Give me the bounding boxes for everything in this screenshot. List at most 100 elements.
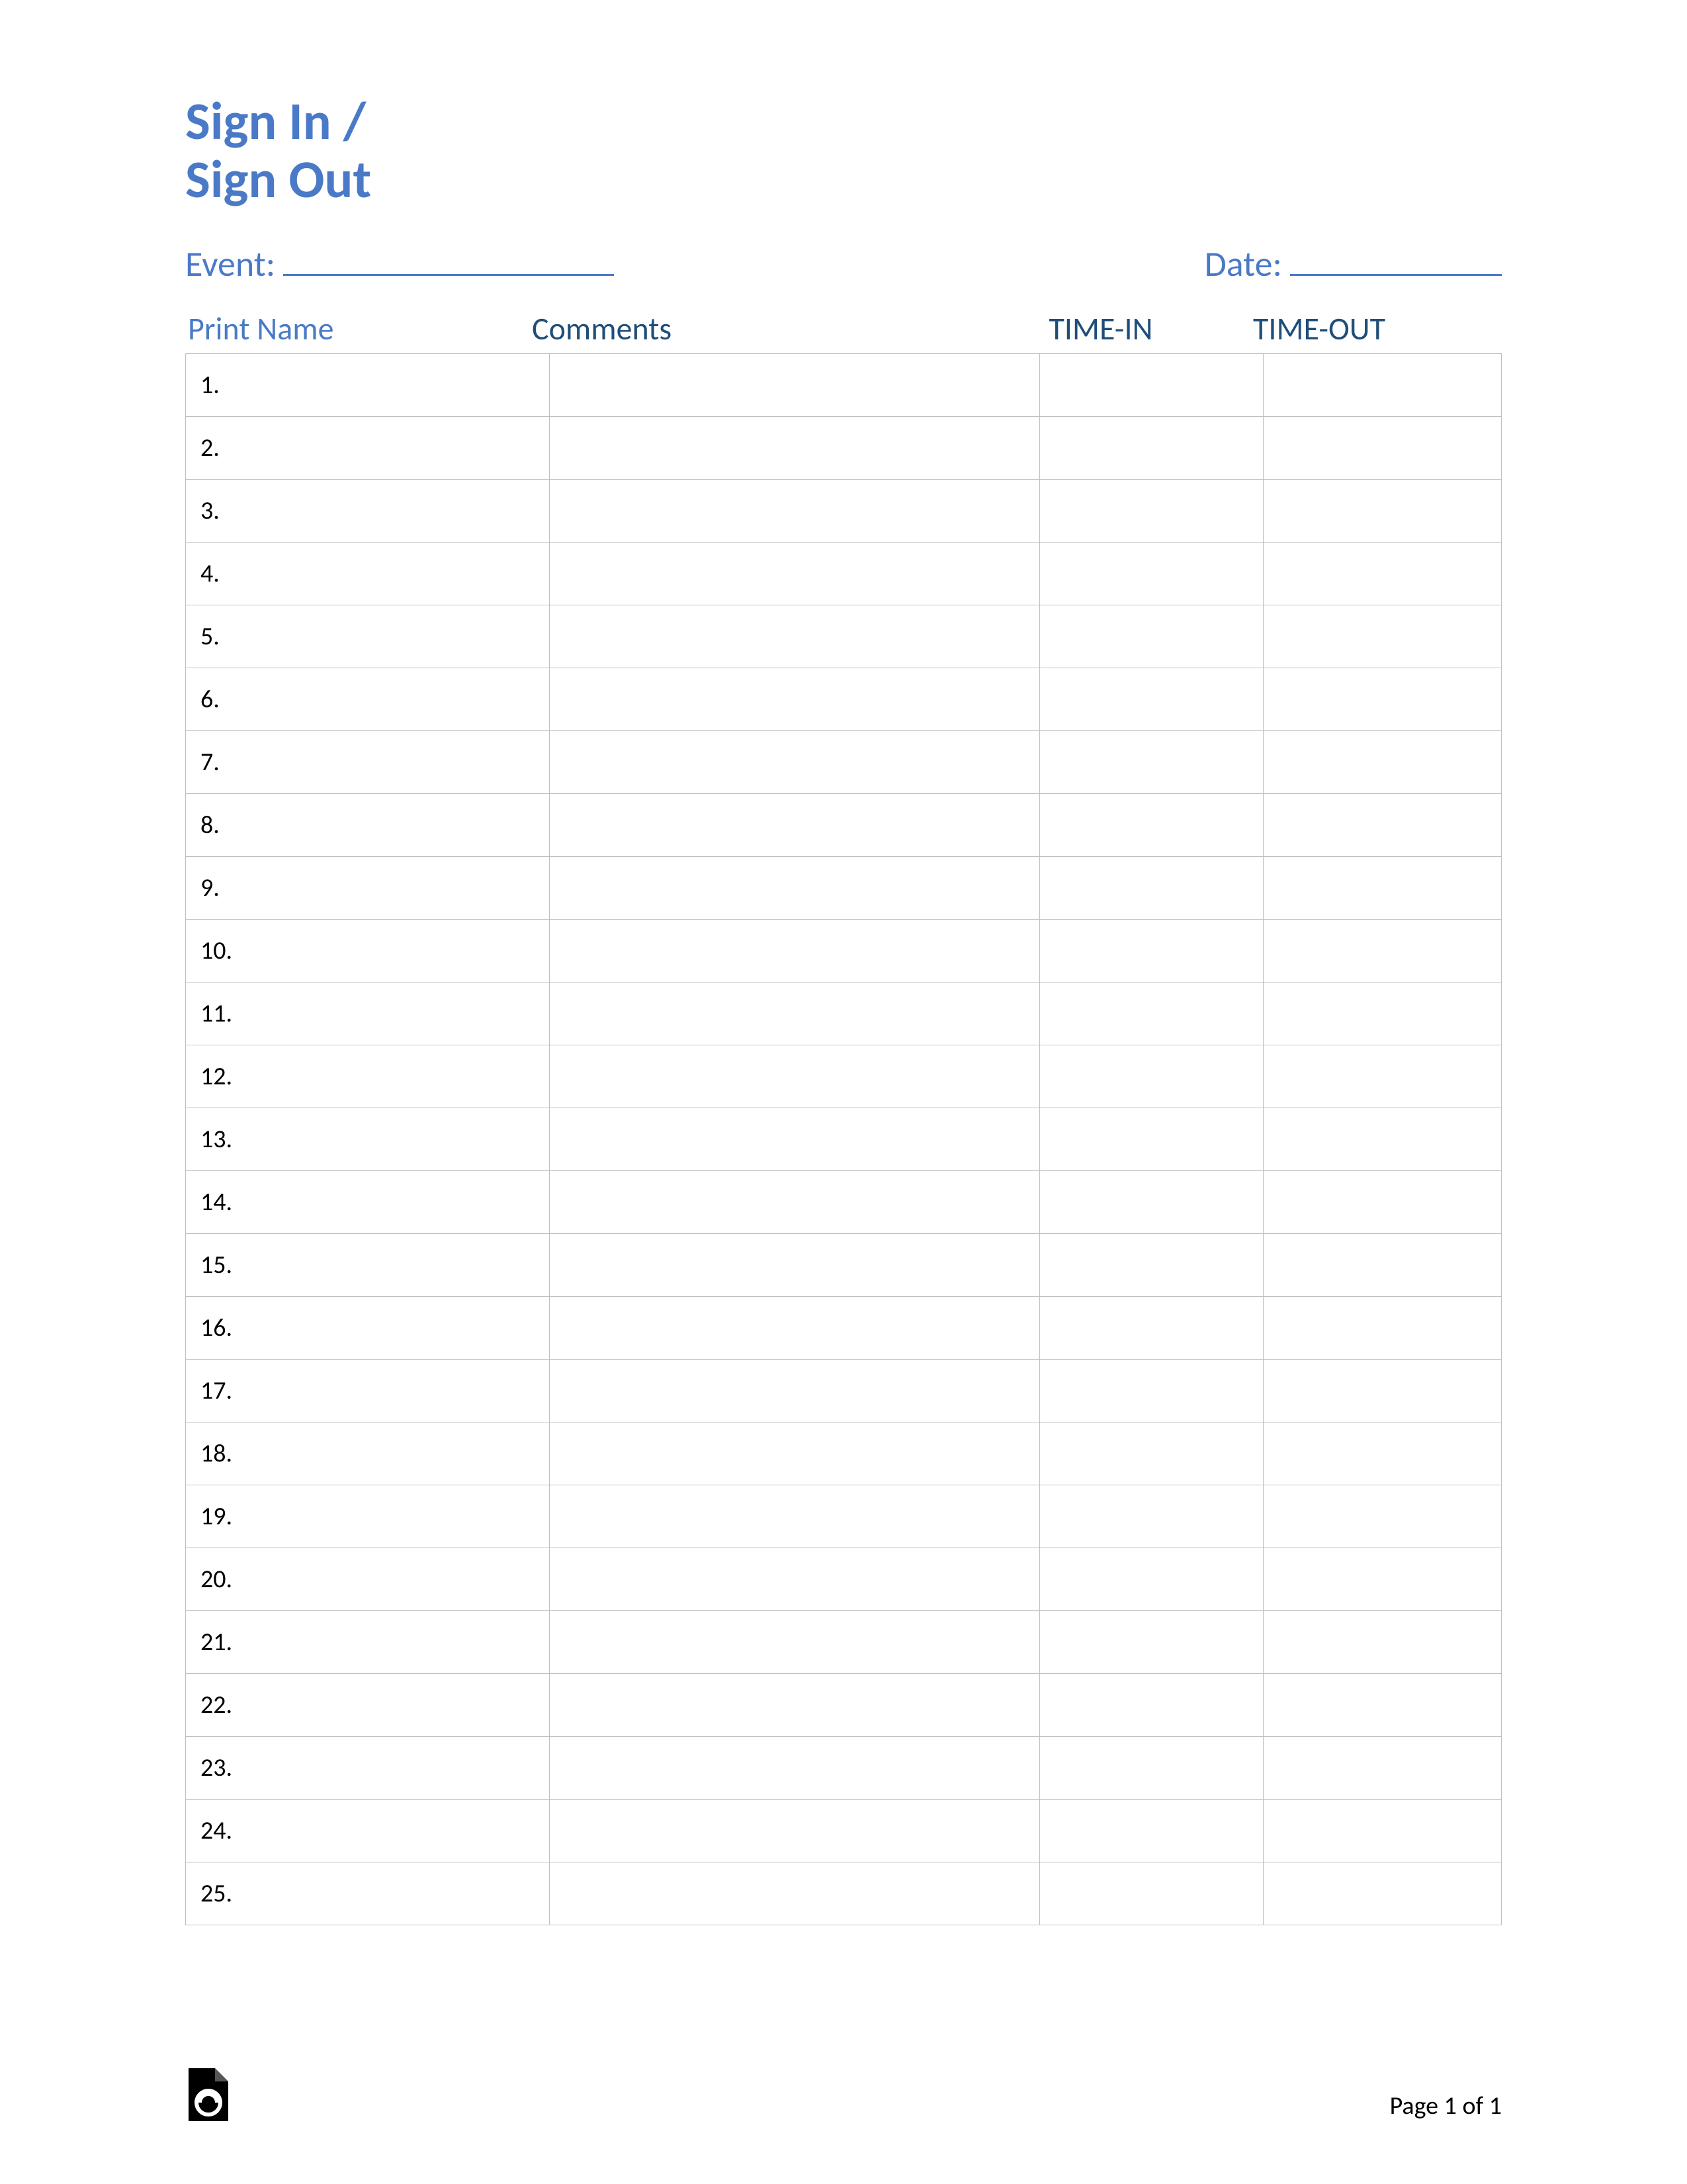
cell-time-in[interactable]: [1039, 1171, 1264, 1234]
cell-time-out[interactable]: [1264, 1674, 1502, 1737]
cell-time-out[interactable]: [1264, 1800, 1502, 1862]
cell-time-in[interactable]: [1039, 1611, 1264, 1674]
cell-print-name[interactable]: 5.: [186, 605, 550, 668]
cell-comments[interactable]: [550, 1674, 1040, 1737]
cell-print-name[interactable]: 3.: [186, 480, 550, 543]
cell-comments[interactable]: [550, 354, 1040, 417]
cell-time-out[interactable]: [1264, 1485, 1502, 1548]
cell-time-in[interactable]: [1039, 1422, 1264, 1485]
cell-comments[interactable]: [550, 920, 1040, 983]
cell-time-out[interactable]: [1264, 480, 1502, 543]
cell-time-in[interactable]: [1039, 983, 1264, 1045]
cell-time-out[interactable]: [1264, 1611, 1502, 1674]
cell-comments[interactable]: [550, 1737, 1040, 1800]
cell-print-name[interactable]: 22.: [186, 1674, 550, 1737]
cell-comments[interactable]: [550, 1862, 1040, 1925]
cell-comments[interactable]: [550, 417, 1040, 480]
cell-comments[interactable]: [550, 1485, 1040, 1548]
cell-time-out[interactable]: [1264, 794, 1502, 857]
cell-time-out[interactable]: [1264, 1737, 1502, 1800]
cell-print-name[interactable]: 24.: [186, 1800, 550, 1862]
cell-time-in[interactable]: [1039, 731, 1264, 794]
cell-comments[interactable]: [550, 1297, 1040, 1360]
cell-comments[interactable]: [550, 983, 1040, 1045]
cell-time-in[interactable]: [1039, 1485, 1264, 1548]
cell-time-out[interactable]: [1264, 1045, 1502, 1108]
cell-time-out[interactable]: [1264, 1234, 1502, 1297]
cell-time-in[interactable]: [1039, 1737, 1264, 1800]
cell-time-in[interactable]: [1039, 1234, 1264, 1297]
cell-print-name[interactable]: 14.: [186, 1171, 550, 1234]
cell-time-out[interactable]: [1264, 920, 1502, 983]
cell-time-out[interactable]: [1264, 1297, 1502, 1360]
cell-time-out[interactable]: [1264, 731, 1502, 794]
cell-comments[interactable]: [550, 857, 1040, 920]
cell-comments[interactable]: [550, 1548, 1040, 1611]
cell-comments[interactable]: [550, 1108, 1040, 1171]
cell-time-out[interactable]: [1264, 417, 1502, 480]
cell-print-name[interactable]: 15.: [186, 1234, 550, 1297]
event-blank-line[interactable]: [283, 243, 614, 276]
cell-print-name[interactable]: 16.: [186, 1297, 550, 1360]
cell-print-name[interactable]: 7.: [186, 731, 550, 794]
cell-print-name[interactable]: 10.: [186, 920, 550, 983]
cell-time-in[interactable]: [1039, 605, 1264, 668]
cell-time-in[interactable]: [1039, 543, 1264, 605]
cell-print-name[interactable]: 1.: [186, 354, 550, 417]
cell-time-in[interactable]: [1039, 1674, 1264, 1737]
cell-time-out[interactable]: [1264, 1862, 1502, 1925]
cell-time-in[interactable]: [1039, 857, 1264, 920]
cell-comments[interactable]: [550, 1045, 1040, 1108]
cell-comments[interactable]: [550, 605, 1040, 668]
cell-time-in[interactable]: [1039, 794, 1264, 857]
date-blank-line[interactable]: [1290, 243, 1502, 276]
cell-time-in[interactable]: [1039, 1297, 1264, 1360]
cell-time-in[interactable]: [1039, 1800, 1264, 1862]
cell-comments[interactable]: [550, 1800, 1040, 1862]
cell-print-name[interactable]: 20.: [186, 1548, 550, 1611]
cell-time-in[interactable]: [1039, 1548, 1264, 1611]
cell-time-out[interactable]: [1264, 605, 1502, 668]
cell-time-in[interactable]: [1039, 1045, 1264, 1108]
cell-time-out[interactable]: [1264, 354, 1502, 417]
cell-time-out[interactable]: [1264, 668, 1502, 731]
cell-print-name[interactable]: 21.: [186, 1611, 550, 1674]
cell-print-name[interactable]: 18.: [186, 1422, 550, 1485]
cell-comments[interactable]: [550, 480, 1040, 543]
cell-comments[interactable]: [550, 794, 1040, 857]
cell-comments[interactable]: [550, 543, 1040, 605]
cell-time-out[interactable]: [1264, 1108, 1502, 1171]
cell-print-name[interactable]: 19.: [186, 1485, 550, 1548]
cell-time-out[interactable]: [1264, 1171, 1502, 1234]
cell-print-name[interactable]: 23.: [186, 1737, 550, 1800]
cell-print-name[interactable]: 17.: [186, 1360, 550, 1422]
cell-time-in[interactable]: [1039, 354, 1264, 417]
cell-comments[interactable]: [550, 1234, 1040, 1297]
cell-print-name[interactable]: 11.: [186, 983, 550, 1045]
cell-print-name[interactable]: 12.: [186, 1045, 550, 1108]
cell-time-in[interactable]: [1039, 1360, 1264, 1422]
cell-comments[interactable]: [550, 1171, 1040, 1234]
cell-comments[interactable]: [550, 731, 1040, 794]
cell-comments[interactable]: [550, 1422, 1040, 1485]
cell-time-in[interactable]: [1039, 1862, 1264, 1925]
cell-print-name[interactable]: 8.: [186, 794, 550, 857]
cell-time-out[interactable]: [1264, 857, 1502, 920]
cell-time-in[interactable]: [1039, 417, 1264, 480]
cell-print-name[interactable]: 25.: [186, 1862, 550, 1925]
cell-time-in[interactable]: [1039, 480, 1264, 543]
cell-time-in[interactable]: [1039, 668, 1264, 731]
cell-time-out[interactable]: [1264, 1360, 1502, 1422]
cell-time-in[interactable]: [1039, 1108, 1264, 1171]
cell-comments[interactable]: [550, 1611, 1040, 1674]
cell-print-name[interactable]: 4.: [186, 543, 550, 605]
cell-print-name[interactable]: 9.: [186, 857, 550, 920]
cell-comments[interactable]: [550, 668, 1040, 731]
cell-print-name[interactable]: 13.: [186, 1108, 550, 1171]
cell-time-out[interactable]: [1264, 1548, 1502, 1611]
cell-time-in[interactable]: [1039, 920, 1264, 983]
cell-time-out[interactable]: [1264, 983, 1502, 1045]
cell-time-out[interactable]: [1264, 1422, 1502, 1485]
cell-print-name[interactable]: 6.: [186, 668, 550, 731]
cell-print-name[interactable]: 2.: [186, 417, 550, 480]
